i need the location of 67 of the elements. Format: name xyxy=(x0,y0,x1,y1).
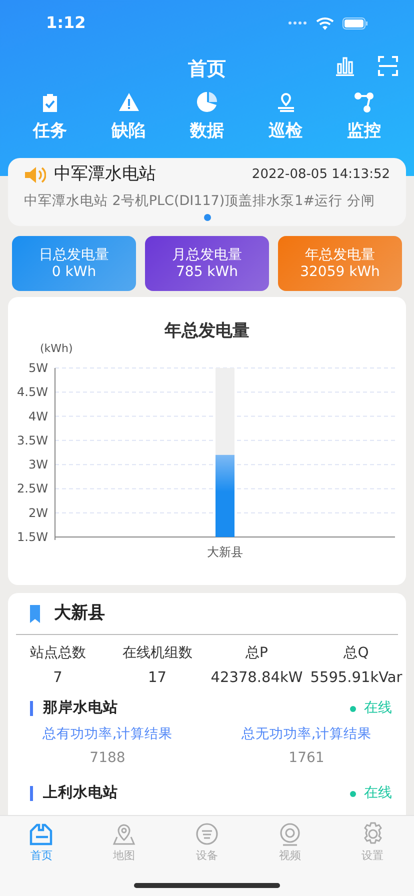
stat-value: 7 xyxy=(52,669,64,688)
pie-chart-icon xyxy=(197,92,217,113)
chart-title: 年总发电量 xyxy=(163,320,250,343)
menu-button[interactable]: 巡检 xyxy=(258,92,314,144)
notice-message: 中军潭水电站 2号机PLC(DI117)顶盖排水泵1#运行 分闸 xyxy=(24,192,376,210)
axis-unit: (kWh) xyxy=(40,342,73,356)
energy-label: 日总发电量 xyxy=(38,246,110,264)
location-pin-icon xyxy=(276,92,296,113)
page-title: 首页 xyxy=(188,56,226,82)
wifi-icon xyxy=(316,16,334,30)
station-name: 那岸水电站 xyxy=(43,698,118,718)
battery-icon xyxy=(342,16,368,30)
district-name: 大新县 xyxy=(54,602,105,625)
tick-label: 2.5W xyxy=(17,482,48,496)
metric-value: 1761 xyxy=(288,749,326,768)
menu-button[interactable]: 监控 xyxy=(336,92,392,144)
energy-label: 月总发电量 xyxy=(171,246,243,264)
chart-icon[interactable] xyxy=(336,56,354,76)
metric-value: 7188 xyxy=(88,749,126,768)
stat-label: 总Q xyxy=(342,644,370,664)
notice-time: 2022-08-05 14:13:52 xyxy=(252,166,390,184)
energy-value: 785 kWh xyxy=(175,264,239,282)
signal-icon xyxy=(288,20,308,26)
tick-label: 5W xyxy=(28,361,48,376)
station-marker xyxy=(30,701,33,716)
tab-button[interactable]: 设置 xyxy=(348,822,398,896)
tick-label: 1.5W xyxy=(17,530,48,544)
stat-label: 总P xyxy=(244,644,269,664)
metric-label: 总无功功率,计算结果 xyxy=(240,724,373,744)
station-status: 在线 xyxy=(364,699,392,718)
station-marker xyxy=(30,786,33,802)
tick-label: 3.5W xyxy=(17,434,48,448)
home-icon xyxy=(28,822,54,846)
stat-value: 17 xyxy=(147,669,168,688)
stat-label: 在线机组数 xyxy=(121,644,194,664)
bookmark-icon xyxy=(30,604,40,622)
tick-label: 4.5W xyxy=(17,385,48,400)
menu-button[interactable]: 数据 xyxy=(179,92,235,144)
tab-button[interactable]: 地图 xyxy=(99,822,150,896)
warning-icon xyxy=(118,92,138,113)
tick-label: 4W xyxy=(28,410,48,424)
page-indicator xyxy=(204,214,210,221)
tick-label: 3W xyxy=(28,458,48,472)
speaker-icon xyxy=(24,164,46,185)
tab-button[interactable]: 首页 xyxy=(16,822,66,896)
map-pin-icon xyxy=(111,822,138,846)
energy-value: 32059 kWh xyxy=(299,264,381,282)
tab-button[interactable]: 视频 xyxy=(264,822,315,896)
clipboard-icon xyxy=(40,92,60,113)
stat-label: 站点总数 xyxy=(28,644,87,664)
nodes-icon xyxy=(354,92,374,113)
stat-value: 5595.91kVar xyxy=(309,669,404,688)
energy-label: 年总发电量 xyxy=(304,246,376,264)
tick-label: 2W xyxy=(28,506,48,520)
metric-label: 总有功功率,计算结果 xyxy=(41,724,174,744)
energy-value: 0 kWh xyxy=(50,264,98,282)
station-name: 上利水电站 xyxy=(43,784,118,803)
station-status: 在线 xyxy=(364,784,392,804)
stat-value: 42378.84kW xyxy=(210,669,304,688)
menu-button[interactable]: 任务 xyxy=(22,92,78,144)
list-circle-icon xyxy=(194,822,220,846)
scan-icon[interactable] xyxy=(378,56,398,76)
menu-button[interactable]: 缺陷 xyxy=(100,92,156,144)
clock-time: 1:12 xyxy=(46,12,86,34)
tab-button[interactable]: 设备 xyxy=(182,822,232,896)
station-name: 中军潭水电站 xyxy=(54,163,156,186)
category-label: 大新县 xyxy=(207,545,243,560)
